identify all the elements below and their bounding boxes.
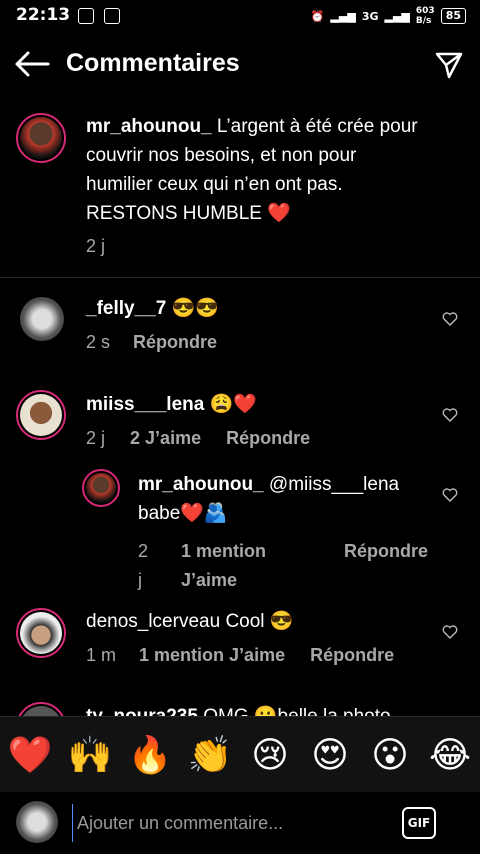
status-bar: 22:13 ⏰ ▂▄▆ 3G ▂▄▆ 603 B/s 85 xyxy=(0,0,480,32)
avatar xyxy=(16,801,58,843)
comment-meta: 2 s Répondre xyxy=(86,332,217,353)
comment-time: 2 j xyxy=(86,428,106,448)
emoji-bar: ❤️ 🙌 🔥 👏 😢 😍 😮 😂 xyxy=(0,716,480,793)
comment-meta: 1 m 1 mention J’aime Répondre xyxy=(86,645,394,666)
speed-bottom: B/s xyxy=(415,16,432,26)
reply-text: mr_ahounou_ @miiss___lena babe❤️🫂 xyxy=(138,470,428,528)
avatar[interactable] xyxy=(16,113,66,163)
divider xyxy=(0,277,480,278)
top-bar: Commentaires xyxy=(0,40,480,88)
emoji-wow-button[interactable]: 😮 xyxy=(365,735,415,776)
avatar[interactable] xyxy=(82,469,120,507)
comment-body: 😎😎 xyxy=(171,298,219,319)
comment-username[interactable]: miiss___lena xyxy=(86,394,204,415)
comment-meta: 2 j 2 J’aime Répondre xyxy=(86,428,310,449)
like-heart-icon[interactable] xyxy=(442,624,458,640)
avatar-image xyxy=(20,612,62,654)
comment-body: Cool 😎 xyxy=(225,611,294,632)
page-title: Commentaires xyxy=(66,49,240,77)
activity-icon xyxy=(104,8,120,24)
avatar[interactable] xyxy=(16,608,66,658)
emoji-clap-button[interactable]: 👏 xyxy=(185,734,235,776)
avatar-image xyxy=(20,117,62,159)
avatar-image xyxy=(86,473,116,503)
likes-count[interactable]: 2 J’aime xyxy=(130,428,201,448)
likes-count[interactable]: 1 mention J’aime xyxy=(181,537,301,595)
like-heart-icon[interactable] xyxy=(442,487,458,503)
reply-username[interactable]: mr_ahounou_ xyxy=(138,474,264,495)
comment-body: 😩❤️ xyxy=(209,394,257,415)
status-time: 22:13 xyxy=(16,5,71,25)
emoji-laughing-button[interactable]: 😂 xyxy=(425,735,475,776)
gif-button[interactable]: GIF xyxy=(402,807,436,839)
emoji-fire-button[interactable]: 🔥 xyxy=(125,734,175,776)
emoji-crying-button[interactable]: 😢 xyxy=(245,735,295,776)
alarm-icon: ⏰ xyxy=(310,9,325,23)
avatar[interactable] xyxy=(16,390,66,440)
caption-username[interactable]: mr_ahounou_ xyxy=(86,116,212,137)
like-heart-icon[interactable] xyxy=(442,311,458,327)
back-arrow-icon[interactable] xyxy=(14,50,50,78)
comment-text: _felly__7 😎😎 xyxy=(86,294,219,323)
emoji-heart-button[interactable]: ❤️ xyxy=(5,734,55,776)
emoji-raised-hands-button[interactable]: 🙌 xyxy=(65,734,115,776)
comment-text: denos_lcerveau Cool 😎 xyxy=(86,607,293,636)
caption-meta: 2 j xyxy=(86,236,105,257)
caption-text: mr_ahounou_ L’argent à été crée pour cou… xyxy=(86,112,426,228)
reply-button[interactable]: Répondre xyxy=(133,332,217,352)
comment-username[interactable]: denos_lcerveau xyxy=(86,611,220,632)
reply-button[interactable]: Répondre xyxy=(226,428,310,448)
signal-icon-2: ▂▄▆ xyxy=(384,9,410,23)
reply-time: 2 j xyxy=(138,541,149,590)
app-notification-icon xyxy=(78,8,94,24)
likes-count[interactable]: 1 mention J’aime xyxy=(139,645,285,665)
comment-username[interactable]: _felly__7 xyxy=(86,298,166,319)
send-icon[interactable] xyxy=(434,50,464,80)
avatar[interactable] xyxy=(20,297,64,341)
status-icons: ⏰ ▂▄▆ 3G ▂▄▆ 603 B/s 85 xyxy=(311,6,466,26)
speed-indicator: 603 B/s xyxy=(416,6,435,26)
comment-input-bar: Ajouter un commentaire... GIF xyxy=(0,792,480,854)
reply-button[interactable]: Répondre xyxy=(344,537,428,566)
emoji-heart-eyes-button[interactable]: 😍 xyxy=(305,735,355,776)
comment-time: 1 m xyxy=(86,645,117,665)
reply-button[interactable]: Répondre xyxy=(310,645,394,665)
comment-input[interactable]: Ajouter un commentaire... xyxy=(72,804,377,842)
comment-text: miiss___lena 😩❤️ xyxy=(86,390,257,419)
like-heart-icon[interactable] xyxy=(442,407,458,423)
avatar-image xyxy=(20,394,62,436)
signal-icon: ▂▄▆ xyxy=(330,9,356,23)
comment-time: 2 s xyxy=(86,332,111,352)
speed-top: 603 xyxy=(415,6,435,16)
battery-indicator: 85 xyxy=(440,8,466,24)
network-type: 3G xyxy=(361,9,379,23)
caption-time: 2 j xyxy=(86,236,106,256)
